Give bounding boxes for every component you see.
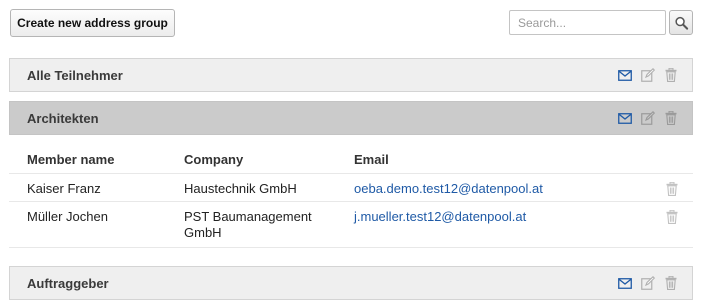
group-title: Alle Teilnehmer <box>27 67 123 83</box>
trash-icon[interactable] <box>664 209 679 224</box>
envelope-icon[interactable] <box>617 276 632 291</box>
members-table: Member name Company Email Kaiser Franz H… <box>9 143 693 248</box>
group-actions <box>617 267 678 299</box>
search-button[interactable] <box>669 10 693 35</box>
member-name: Müller Jochen <box>27 209 108 224</box>
group-actions <box>617 102 678 134</box>
member-company: PST Baumanagement GmbH <box>184 209 312 240</box>
trash-icon[interactable] <box>663 111 678 126</box>
group-header-architekten[interactable]: Architekten <box>9 101 693 135</box>
group-header-auftraggeber[interactable]: Auftraggeber <box>9 266 693 300</box>
member-company: Haustechnik GmbH <box>184 181 297 196</box>
group-actions <box>617 59 678 91</box>
edit-icon[interactable] <box>640 68 655 83</box>
edit-icon[interactable] <box>640 111 655 126</box>
member-name: Kaiser Franz <box>27 181 101 196</box>
table-row: Kaiser Franz Haustechnik GmbH oeba.demo.… <box>9 174 693 202</box>
group-title: Auftraggeber <box>27 275 109 291</box>
edit-icon[interactable] <box>640 276 655 291</box>
member-email-link[interactable]: oeba.demo.test12@datenpool.at <box>354 181 543 197</box>
table-header-row: Member name Company Email <box>9 143 693 174</box>
column-header-email: Email <box>354 152 389 167</box>
column-header-company: Company <box>184 152 244 167</box>
column-header-member-name: Member name <box>27 152 115 167</box>
create-address-group-button[interactable]: Create new address group <box>10 9 175 37</box>
group-title: Architekten <box>27 110 99 126</box>
table-row: Müller Jochen PST Baumanagement GmbH j.m… <box>9 202 693 248</box>
group-header-alle-teilnehmer[interactable]: Alle Teilnehmer <box>9 58 693 92</box>
member-email-link[interactable]: j.mueller.test12@datenpool.at <box>354 209 526 225</box>
trash-icon[interactable] <box>664 181 679 196</box>
trash-icon[interactable] <box>663 276 678 291</box>
magnifier-icon <box>674 15 689 30</box>
search-input[interactable] <box>509 10 666 35</box>
trash-icon[interactable] <box>663 68 678 83</box>
envelope-icon[interactable] <box>617 68 632 83</box>
envelope-icon[interactable] <box>617 111 632 126</box>
